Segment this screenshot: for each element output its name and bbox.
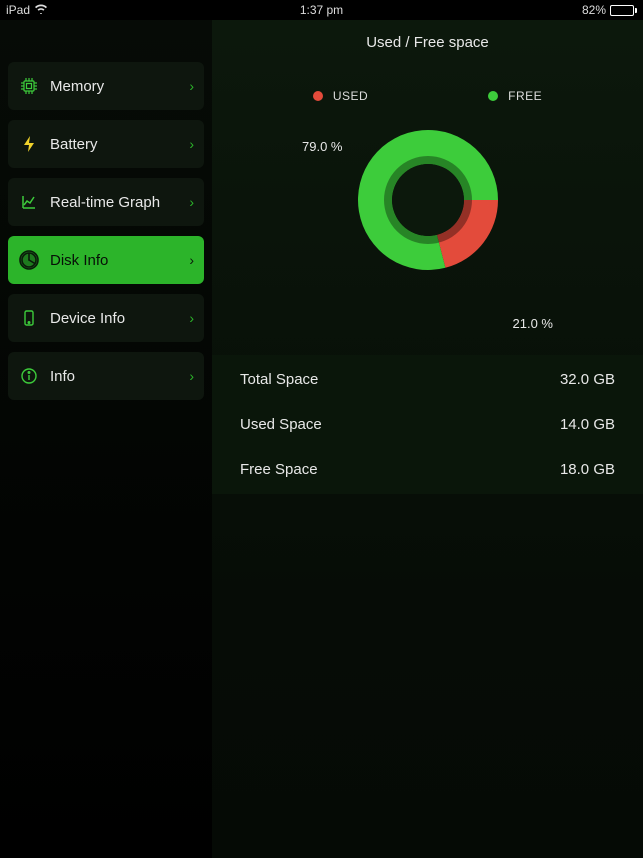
sidebar-item-label: Info — [50, 368, 189, 385]
stat-row-total: Total Space 32.0 GB — [212, 357, 643, 402]
legend-free: FREE — [488, 89, 542, 103]
stat-row-free: Free Space 18.0 GB — [212, 447, 643, 492]
legend-dot-used — [313, 91, 323, 101]
sidebar-item-label: Memory — [50, 78, 189, 95]
sidebar-item-device-info[interactable]: Device Info › — [8, 294, 204, 342]
info-icon — [18, 365, 40, 387]
sidebar-item-disk-info[interactable]: Disk Info › — [8, 236, 204, 284]
sidebar-item-label: Device Info — [50, 310, 189, 327]
status-time: 1:37 pm — [300, 3, 343, 17]
chart-pct-used: 21.0 % — [513, 316, 553, 331]
chevron-right-icon: › — [189, 78, 194, 94]
stat-row-used: Used Space 14.0 GB — [212, 402, 643, 447]
donut-chart — [353, 125, 503, 275]
chip-icon — [18, 75, 40, 97]
legend-label: USED — [333, 89, 368, 103]
status-left: iPad — [6, 3, 48, 17]
chart-pct-free: 79.0 % — [302, 139, 342, 154]
battery-pct: 82% — [582, 3, 606, 17]
battery-icon — [610, 5, 637, 16]
chevron-right-icon: › — [189, 136, 194, 152]
stat-label: Used Space — [240, 416, 322, 433]
sidebar-item-info[interactable]: Info › — [8, 352, 204, 400]
chart-area: 79.0 % 21.0 % — [212, 125, 643, 345]
status-bar: iPad 1:37 pm 82% — [0, 0, 643, 20]
chevron-right-icon: › — [189, 252, 194, 268]
page-title: Used / Free space — [212, 20, 643, 57]
device-label: iPad — [6, 3, 30, 17]
legend-label: FREE — [508, 89, 542, 103]
wifi-icon — [34, 3, 48, 17]
stat-label: Total Space — [240, 371, 318, 388]
sidebar-item-memory[interactable]: Memory › — [8, 62, 204, 110]
main-panel: Used / Free space USED FREE 79.0 % 21.0 … — [212, 20, 643, 858]
legend: USED FREE — [212, 89, 643, 103]
sidebar-item-realtime-graph[interactable]: Real-time Graph › — [8, 178, 204, 226]
stat-value: 14.0 GB — [560, 416, 615, 433]
legend-used: USED — [313, 89, 368, 103]
sidebar-item-label: Real-time Graph — [50, 194, 189, 211]
device-icon — [18, 307, 40, 329]
legend-dot-free — [488, 91, 498, 101]
stat-value: 18.0 GB — [560, 461, 615, 478]
stat-value: 32.0 GB — [560, 371, 615, 388]
sidebar: Memory › Battery › Real-time Graph › — [0, 20, 212, 858]
chevron-right-icon: › — [189, 310, 194, 326]
stats-table: Total Space 32.0 GB Used Space 14.0 GB F… — [212, 355, 643, 494]
bolt-icon — [18, 133, 40, 155]
sidebar-item-label: Battery — [50, 136, 189, 153]
stat-label: Free Space — [240, 461, 318, 478]
sidebar-item-battery[interactable]: Battery › — [8, 120, 204, 168]
disk-icon — [18, 249, 40, 271]
chevron-right-icon: › — [189, 194, 194, 210]
chevron-right-icon: › — [189, 368, 194, 384]
sidebar-item-label: Disk Info — [50, 252, 189, 269]
graph-icon — [18, 191, 40, 213]
status-right: 82% — [582, 3, 637, 17]
